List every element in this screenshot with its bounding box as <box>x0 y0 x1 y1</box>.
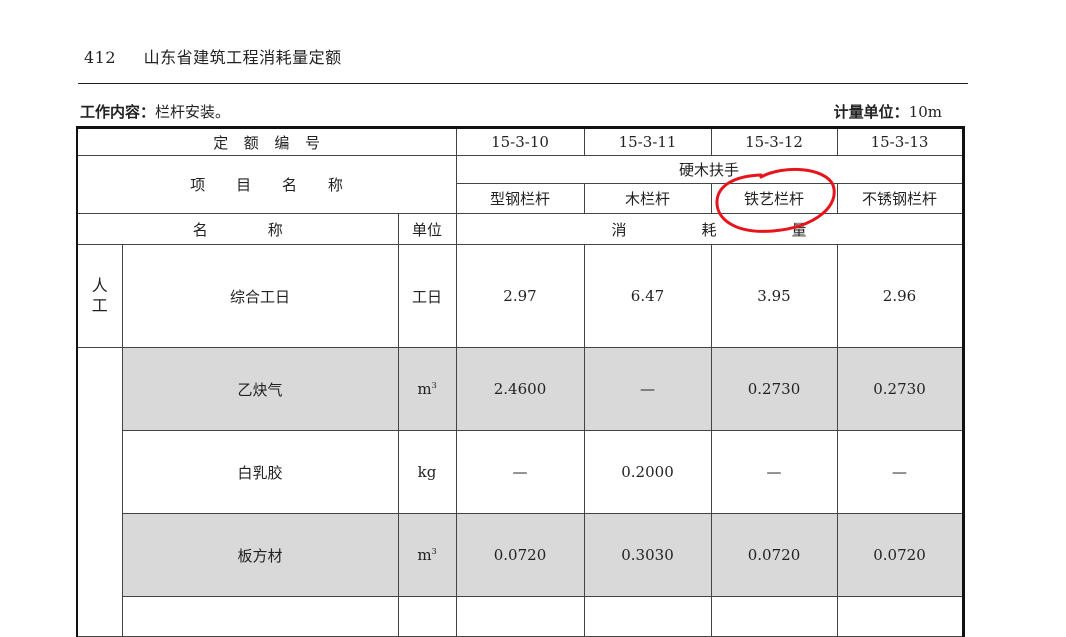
work-content: 工作内容：栏杆安装。 <box>80 101 230 122</box>
page-number: 412 <box>84 48 117 67</box>
page-header: 412 山东省建筑工程消耗量定额 <box>84 44 342 68</box>
row-value: — <box>583 347 712 431</box>
group-label: 硬木扶手 <box>455 155 964 184</box>
table-row: 人 工 综合工日 工日 2.97 6.47 3.95 2.96 <box>76 244 964 348</box>
quota-number-label: 定 额 编 号 <box>76 127 457 156</box>
header-rule <box>78 83 968 84</box>
item-name-label: 项 目 名 称 <box>76 155 457 214</box>
row-value: 0.2000 <box>583 430 712 514</box>
unit-sup: 3 <box>431 381 437 390</box>
measurement-unit: 计量单位：10m <box>834 101 942 122</box>
row-value <box>836 596 964 637</box>
consumption-header: 消 耗 量 <box>455 213 964 245</box>
row-value: 3.95 <box>710 244 838 348</box>
row-name: 白乳胶 <box>121 430 399 514</box>
name-header: 名 称 <box>76 213 399 245</box>
row-name: 乙炔气 <box>121 347 399 431</box>
row-unit: kg <box>397 430 457 514</box>
labor-category-char: 人 <box>91 276 108 295</box>
row-value <box>710 596 838 637</box>
row-value <box>455 596 585 637</box>
column-header-row: 名 称 单位 消 耗 量 <box>76 213 964 245</box>
table-row: 板方材 m3 0.0720 0.3030 0.0720 0.0720 <box>77 513 964 597</box>
row-value: — <box>710 430 838 514</box>
quota-code: 15-3-13 <box>836 127 964 156</box>
row-name: 综合工日 <box>121 244 399 348</box>
table-row <box>77 596 964 637</box>
row-value: 0.0720 <box>455 513 585 597</box>
measurement-unit-value: 10m <box>908 103 942 121</box>
row-name <box>121 596 399 637</box>
material-category <box>76 347 123 637</box>
labor-category-char: 工 <box>91 296 108 315</box>
unit-base: m <box>417 546 432 564</box>
unit-header: 单位 <box>397 213 457 245</box>
item-name: 木栏杆 <box>583 183 712 214</box>
row-value: — <box>455 430 585 514</box>
item-name: 不锈钢栏杆 <box>836 183 964 214</box>
labor-category: 人 工 <box>76 244 123 348</box>
row-value: 6.47 <box>583 244 712 348</box>
unit-sup: 3 <box>431 547 437 556</box>
row-unit: 工日 <box>397 244 457 348</box>
work-content-label: 工作内容： <box>80 103 156 121</box>
unit-base: m <box>417 380 432 398</box>
row-value <box>583 596 712 637</box>
row-unit <box>397 596 457 637</box>
book-title: 山东省建筑工程消耗量定额 <box>143 48 342 67</box>
group-row: 项 目 名 称 硬木扶手 <box>76 155 964 214</box>
row-value: 0.0720 <box>836 513 964 597</box>
quota-code: 15-3-11 <box>583 127 712 156</box>
item-name: 型钢栏杆 <box>455 183 585 214</box>
row-value: 0.2730 <box>710 347 838 431</box>
measurement-unit-label: 计量单位： <box>833 103 909 121</box>
quota-code: 15-3-10 <box>455 127 585 156</box>
table-row: 白乳胶 kg — 0.2000 — — <box>77 430 964 514</box>
row-unit: m3 <box>397 513 457 597</box>
table-row: 乙炔气 m3 2.4600 — 0.2730 0.2730 <box>76 347 964 637</box>
row-value: 2.4600 <box>455 347 585 431</box>
row-value: — <box>836 430 964 514</box>
row-value: 0.0720 <box>710 513 838 597</box>
quota-table: 定 额 编 号 15-3-10 15-3-11 15-3-12 15-3-13 … <box>76 126 965 637</box>
row-value: 0.3030 <box>583 513 712 597</box>
row-value: 0.2730 <box>836 347 964 431</box>
item-name: 铁艺栏杆 <box>710 183 838 214</box>
row-value: 2.96 <box>836 244 964 348</box>
quota-code: 15-3-12 <box>710 127 838 156</box>
quota-number-row: 定 额 编 号 15-3-10 15-3-11 15-3-12 15-3-13 <box>76 127 964 156</box>
row-unit: m3 <box>397 347 457 431</box>
row-name: 板方材 <box>121 513 399 597</box>
row-value: 2.97 <box>455 244 585 348</box>
work-content-value: 栏杆安装。 <box>155 103 231 121</box>
